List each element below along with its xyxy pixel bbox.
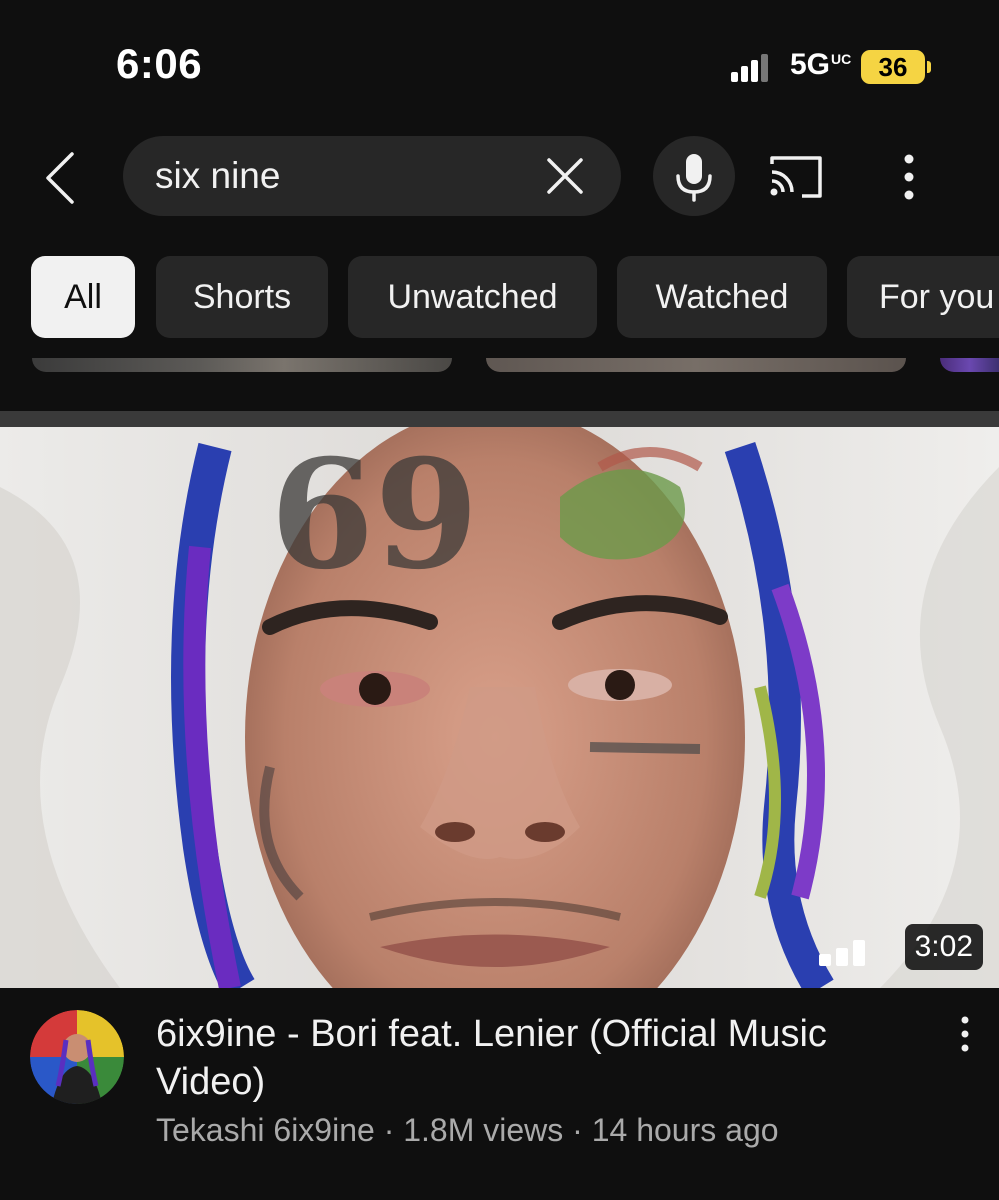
- video-title[interactable]: 6ix9ine - Bori feat. Lenier (Official Mu…: [156, 1010, 916, 1106]
- mic-icon[interactable]: [653, 136, 735, 216]
- short-thumbnail-partial[interactable]: [486, 358, 906, 372]
- status-time: 6:06: [116, 40, 203, 87]
- video-metadata: Tekashi 6ix9ine · 1.8M views · 14 hours …: [156, 1112, 779, 1149]
- short-thumbnail-partial[interactable]: [940, 358, 999, 372]
- chip-for-you[interactable]: For you: [847, 256, 999, 338]
- battery-icon: 36: [861, 50, 925, 84]
- battery-level: 36: [878, 52, 908, 82]
- network-type: 5GUC: [790, 48, 852, 81]
- chip-unwatched[interactable]: Unwatched: [348, 256, 597, 338]
- channel-name[interactable]: Tekashi 6ix9ine: [156, 1112, 375, 1148]
- svg-text:69: 69: [270, 427, 479, 603]
- back-arrow-icon[interactable]: [38, 148, 86, 208]
- filter-chips: All Shorts Unwatched Watched For you: [0, 256, 999, 338]
- thumbnail-image: 69: [0, 427, 999, 988]
- short-thumbnail-partial[interactable]: [32, 358, 452, 372]
- signal-icon: [731, 52, 769, 82]
- search-input[interactable]: six nine: [123, 136, 621, 216]
- upload-age: 14 hours ago: [591, 1112, 779, 1148]
- more-vertical-icon[interactable]: [948, 1014, 982, 1054]
- close-icon[interactable]: [543, 154, 587, 198]
- meta-separator: ·: [563, 1112, 592, 1148]
- search-query[interactable]: six nine: [155, 136, 280, 216]
- channel-avatar[interactable]: [30, 1010, 124, 1104]
- meta-separator: ·: [374, 1112, 404, 1148]
- more-vertical-icon[interactable]: [892, 150, 926, 204]
- video-thumbnail[interactable]: 69 3:02: [0, 427, 999, 988]
- cast-icon[interactable]: [766, 154, 826, 200]
- video-duration: 3:02: [904, 924, 983, 970]
- section-divider: [0, 411, 999, 427]
- hd-bars-icon: [819, 940, 869, 966]
- view-count: 1.8M views: [403, 1112, 564, 1148]
- chip-shorts[interactable]: Shorts: [156, 256, 328, 338]
- battery-tip: [927, 61, 931, 73]
- chip-all[interactable]: All: [31, 256, 135, 338]
- chip-watched[interactable]: Watched: [617, 256, 827, 338]
